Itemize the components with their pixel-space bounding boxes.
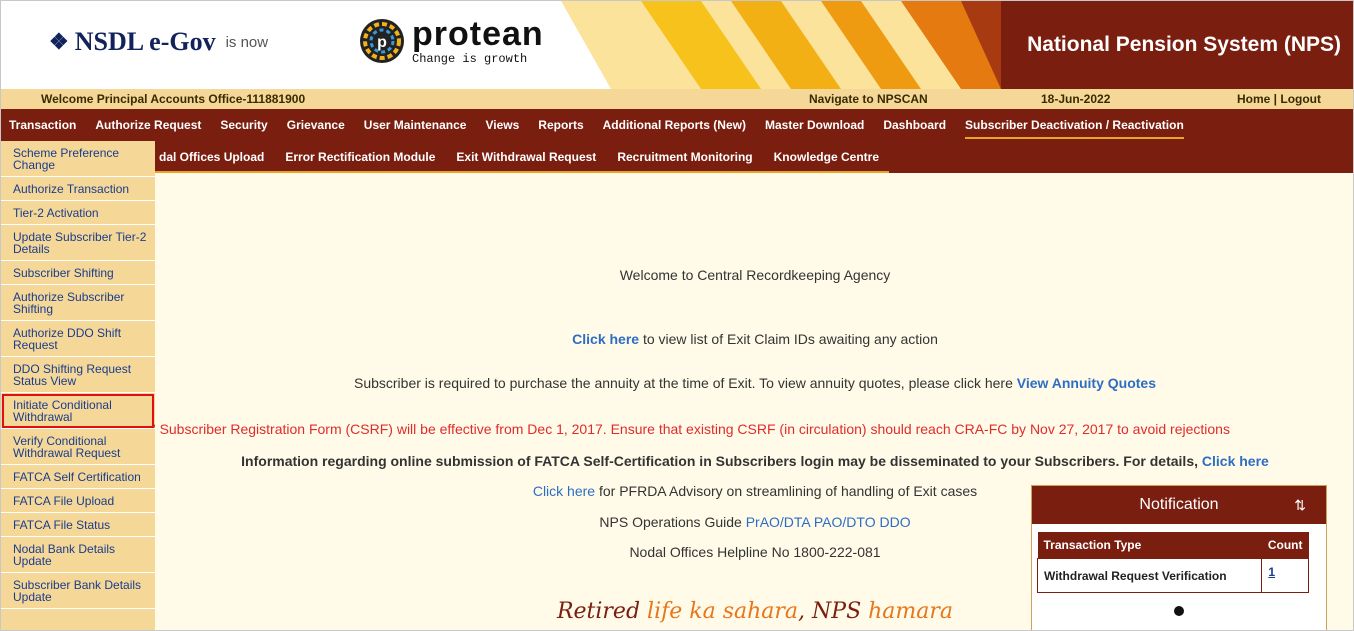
home-logout-links[interactable]: Home | Logout — [1237, 92, 1321, 106]
exit-claims-line: Click here to view list of Exit Claim ID… — [155, 331, 1353, 347]
sidebar-item-update-tier2-details[interactable]: Update Subscriber Tier-2 Details — [1, 225, 155, 261]
pfrda-advisory-link[interactable]: Click here — [533, 483, 595, 499]
protean-logo-text: protean — [412, 15, 544, 53]
menu-recruitment-monitoring[interactable]: Recruitment Monitoring — [617, 150, 752, 164]
menu-error-rectification[interactable]: Error Rectification Module — [285, 150, 435, 164]
row-transaction-type: Withdrawal Request Verification — [1036, 558, 1263, 593]
protean-logo[interactable]: p protean Change is growth — [358, 17, 544, 65]
notification-table: Transaction Type Count Withdrawal Reques… — [1036, 532, 1309, 593]
sidebar-item-authorize-transaction[interactable]: Authorize Transaction — [1, 177, 155, 201]
menu-additional-reports[interactable]: Additional Reports (New) — [603, 118, 746, 132]
sidebar-item-initiate-conditional-withdrawal[interactable]: Initiate Conditional Withdrawal — [1, 393, 155, 429]
menu-views[interactable]: Views — [485, 118, 519, 132]
row-count-cell: 1 — [1261, 558, 1309, 593]
view-annuity-quotes-link[interactable]: View Annuity Quotes — [1017, 375, 1156, 391]
protean-emblem-icon: p — [360, 19, 404, 63]
notification-title: Notification — [1139, 496, 1219, 513]
nsdl-mark-icon: ❖ — [49, 29, 69, 54]
transaction-dropdown-menu: Scheme Preference Change Authorize Trans… — [1, 141, 155, 630]
annuity-text: Subscriber is required to purchase the a… — [353, 375, 1017, 391]
sidebar-item-scheme-preference-change[interactable]: Scheme Preference Change — [1, 141, 155, 177]
tagline-part-1: Retired — [556, 599, 648, 624]
menu-nodal-offices-upload[interactable]: dal Offices Upload — [159, 150, 264, 164]
browser-page: ❖ NSDL e-Gov is now p protean Change is … — [0, 0, 1354, 631]
sidebar-item-authorize-ddo-shift[interactable]: Authorize DDO Shift Request — [1, 321, 155, 357]
fatca-info-line: Information regarding online submission … — [155, 453, 1353, 469]
fatca-details-link[interactable]: Click here — [1202, 453, 1269, 469]
menu-user-maintenance[interactable]: User Maintenance — [364, 118, 467, 132]
menu-authorize-request[interactable]: Authorize Request — [95, 118, 201, 132]
navigate-npscan-link[interactable]: Navigate to NPSCAN — [809, 92, 928, 106]
main-menu-row-2: dal Offices Upload Error Rectification M… — [1, 141, 1353, 173]
sidebar-item-subscriber-shifting[interactable]: Subscriber Shifting — [1, 261, 155, 285]
sidebar-item-subscriber-bank-details[interactable]: Subscriber Bank Details Update — [1, 573, 155, 609]
menu-security[interactable]: Security — [220, 118, 267, 132]
carousel-dot[interactable] — [1174, 606, 1184, 616]
nps-title: National Pension System (NPS) — [1027, 33, 1341, 56]
menu-master-download[interactable]: Master Download — [765, 118, 864, 132]
menu-subscriber-deactivation[interactable]: Subscriber Deactivation / Reactivation — [965, 118, 1184, 139]
notification-panel: Notification ⇅ Transaction Type Count Wi… — [1031, 485, 1327, 630]
menu-dashboard[interactable]: Dashboard — [883, 118, 946, 132]
main-menu-row-1: Transaction Authorize Request Security G… — [1, 109, 1353, 141]
welcome-heading: Welcome to Central Recordkeeping Agency — [619, 267, 891, 283]
col-count: Count — [1261, 532, 1309, 559]
exit-claims-text: to view list of Exit Claim IDs awaiting … — [639, 331, 938, 347]
annuity-line: Subscriber is required to purchase the a… — [155, 375, 1353, 391]
welcome-user-text: Welcome Principal Accounts Office-111881… — [41, 92, 306, 106]
menu-reports[interactable]: Reports — [538, 118, 583, 132]
csrf-notice: ' Subscriber Registration Form (CSRF) wi… — [153, 421, 1230, 437]
sidebar-item-tier2-activation[interactable]: Tier-2 Activation — [1, 201, 155, 225]
sidebar-item-nodal-bank-details[interactable]: Nodal Bank Details Update — [1, 537, 155, 573]
is-now-text: is now — [225, 33, 269, 51]
col-transaction-type: Transaction Type — [1037, 532, 1262, 559]
menu-knowledge-centre[interactable]: Knowledge Centre — [774, 150, 879, 164]
exit-claims-link[interactable]: Click here — [572, 331, 639, 347]
notification-header: Notification ⇅ — [1032, 486, 1326, 524]
operations-guide-link[interactable]: PrAO/DTA PAO/DTO DDO — [746, 514, 911, 530]
table-row: Withdrawal Request Verification 1 — [1036, 558, 1309, 593]
protean-tagline: Change is growth — [412, 52, 528, 66]
tagline-part-3: , NPS — [798, 599, 869, 624]
menu-grievance[interactable]: Grievance — [287, 118, 345, 132]
sidebar-item-fatca-file-upload[interactable]: FATCA File Upload — [1, 489, 155, 513]
nsdl-logo-text: NSDL e-Gov — [74, 27, 216, 56]
tagline-part-4: hamara — [868, 599, 954, 624]
fatca-info-text: Information regarding online submission … — [241, 453, 1202, 469]
welcome-bar: Welcome Principal Accounts Office-111881… — [1, 89, 1353, 109]
nsdl-logo[interactable]: ❖ NSDL e-Gov is now — [49, 27, 276, 57]
sidebar-item-fatca-file-status[interactable]: FATCA File Status — [1, 513, 155, 537]
current-date: 18-Jun-2022 — [1041, 92, 1111, 106]
sidebar-item-fatca-self-certification[interactable]: FATCA Self Certification — [1, 465, 155, 489]
row-count-link[interactable]: 1 — [1268, 565, 1275, 579]
sidebar-item-authorize-subscriber-shifting[interactable]: Authorize Subscriber Shifting — [1, 285, 155, 321]
sort-icon[interactable]: ⇅ — [1294, 497, 1306, 514]
pfrda-advisory-text: for PFRDA Advisory on streamlining of ha… — [595, 483, 978, 499]
svg-text:p: p — [377, 34, 387, 51]
sidebar-item-ddo-shifting-status[interactable]: DDO Shifting Request Status View — [1, 357, 155, 393]
tagline-part-2: life ka sahara — [647, 599, 799, 624]
site-header: ❖ NSDL e-Gov is now p protean Change is … — [1, 1, 1353, 89]
menu-transaction[interactable]: Transaction — [9, 118, 76, 132]
table-header-row: Transaction Type Count — [1037, 532, 1309, 559]
menu-exit-withdrawal-request[interactable]: Exit Withdrawal Request — [456, 150, 596, 164]
sidebar-item-verify-conditional-withdrawal[interactable]: Verify Conditional Withdrawal Request — [1, 429, 155, 465]
operations-guide-text: NPS Operations Guide — [599, 514, 746, 530]
